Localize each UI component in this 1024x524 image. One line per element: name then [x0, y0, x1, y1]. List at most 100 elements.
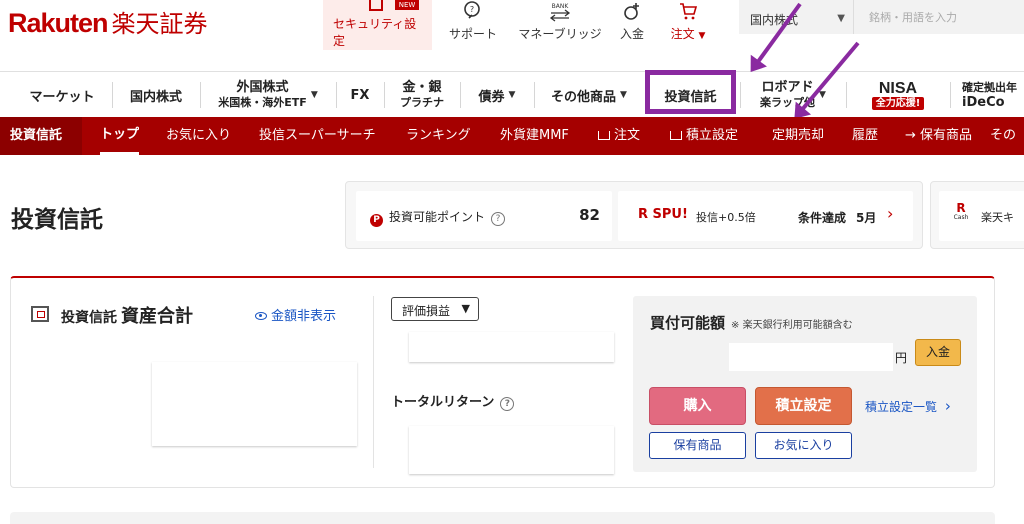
nav-fx-label: FX [350, 87, 370, 103]
eval-select[interactable]: 評価損益 ▼ [391, 297, 479, 321]
favorites-button[interactable]: お気に入り [755, 432, 852, 459]
nav-gold-silver[interactable]: 金・銀 プラチナ [384, 72, 460, 118]
security-label: セキュリティ設定 [333, 17, 417, 48]
hide-amount-label: 金額非表示 [271, 309, 337, 324]
chevron-down-icon: ▼ [698, 31, 706, 41]
subnav-top[interactable]: トップ [100, 117, 140, 155]
spu-month: 5月 [856, 211, 877, 225]
nav-other-label: その他商品 [551, 89, 617, 105]
security-settings-button[interactable]: NEW セキュリティ設定 [323, 0, 432, 50]
chevron-down-icon: ▼ [620, 90, 627, 100]
nav-bonds[interactable]: 債券 ▼ [460, 72, 534, 118]
buy-panel: 買付可能額 ※ 楽天銀行利用可能額含む 円 入金 購入 積立設定 積立設定一覧 ›… [633, 296, 977, 472]
spu-card[interactable]: R SPU! 投信+0.5倍 条件達成 5月 › [618, 191, 913, 241]
subnav-history[interactable]: 履歴 [852, 117, 878, 155]
nav-foreign-sub: 米国株・海外ETF [218, 96, 307, 109]
nav-other-products[interactable]: その他商品 ▼ [534, 72, 644, 118]
nav-ideco-sub: iDeCo [962, 95, 1005, 110]
support-button[interactable]: ? サポート [443, 0, 503, 50]
total-return-label: トータルリターン? [391, 391, 515, 411]
subnav-super-search[interactable]: 投信スーパーサーチ [259, 117, 376, 155]
hide-amount-link[interactable]: 金額非表示 [255, 305, 336, 324]
nav-ideco-label: 確定拠出年 [962, 81, 1017, 94]
nav-fx[interactable]: FX [336, 72, 384, 118]
nav-domestic-stocks[interactable]: 国内株式 [112, 72, 200, 118]
subnav-more[interactable]: その [990, 117, 1016, 155]
sub-nav: 投資信託 トップ お気に入り 投信スーパーサーチ ランキング 外貨建MMF 注文… [0, 117, 1024, 155]
nav-bonds-label: 債券 [478, 89, 505, 105]
sub-nav-section[interactable]: 投資信託 [0, 117, 82, 155]
next-section [10, 512, 995, 524]
nav-gold-sub: プラチナ [400, 96, 444, 109]
order-label: 注文 [670, 27, 695, 41]
asset-title: 投資信託 資産合計 [61, 302, 193, 328]
chevron-down-icon: ▼ [461, 302, 470, 315]
nav-ideco[interactable]: 確定拠出年 iDeCo [950, 72, 1024, 118]
cart-icon [598, 131, 610, 140]
page-title: 投資信託 [11, 207, 103, 233]
spu-desc: 投信+0.5倍 [696, 211, 756, 224]
help-icon[interactable]: ? [491, 212, 506, 226]
subnav-periodic-sale[interactable]: 定期売却 [772, 117, 824, 155]
rakuten-logo[interactable]: Rakuten 楽天証券 [8, 4, 208, 39]
deposit-label: 入金 [619, 27, 644, 41]
nav-nisa[interactable]: NISA 全力応援! [846, 72, 950, 118]
support-label: サポート [448, 27, 497, 41]
chevron-down-icon: ▼ [310, 90, 318, 100]
nav-nisa-label: NISA [878, 80, 918, 97]
subnav-tsumitate[interactable]: 積立設定 [670, 117, 738, 155]
points-card: P 投資可能ポイント? 82 [356, 191, 612, 241]
eval-value [409, 332, 614, 362]
deposit-icon [624, 3, 639, 20]
tsumitate-list-link[interactable]: 積立設定一覧 › [865, 397, 951, 415]
chevron-down-icon: ▼ [819, 90, 826, 100]
eye-icon [255, 312, 267, 320]
lock-icon [369, 0, 383, 11]
order-menu-button[interactable]: 注文 ▼ [664, 0, 712, 50]
subnav-favorites[interactable]: お気に入り [166, 117, 231, 155]
nav-foreign-stocks[interactable]: 外国株式 米国株・海外ETF ▼ [200, 72, 336, 118]
subnav-order[interactable]: 注文 [598, 117, 640, 155]
cash-card-inner[interactable]: R Cash 楽天キ [939, 191, 1024, 241]
subnav-foreign-mmf[interactable]: 外貨建MMF [500, 117, 569, 155]
buy-available-note: ※ 楽天銀行利用可能額含む [731, 320, 853, 331]
nav-gold-label: 金・銀 [402, 80, 442, 95]
nav-market[interactable]: マーケット [12, 72, 112, 118]
svg-text:BANK: BANK [552, 3, 570, 10]
points-label: 投資可能ポイント [389, 210, 486, 224]
tsumitate-button[interactable]: 積立設定 [755, 387, 852, 425]
cash-card: R Cash 楽天キ [930, 181, 1024, 249]
fund-icon [31, 306, 49, 322]
chevron-down-icon: ▼ [508, 90, 516, 100]
search-input[interactable] [855, 0, 1024, 34]
spu-logo: R SPU! [638, 207, 688, 222]
svg-text:?: ? [470, 5, 474, 14]
money-bridge-button[interactable]: BANK マネーブリッジ [512, 0, 608, 50]
buy-available-title: 買付可能額 [650, 314, 726, 332]
cart-icon [670, 131, 682, 140]
deposit-small-button[interactable]: 入金 [915, 339, 961, 366]
buy-button[interactable]: 購入 [649, 387, 746, 425]
yen-unit: 円 [895, 351, 908, 365]
chevron-down-icon: ▼ [837, 13, 845, 24]
logo-en: Rakuten [8, 8, 109, 38]
cart-icon [680, 3, 698, 20]
nav-domestic-label: 国内株式 [129, 89, 182, 105]
point-icon: P [370, 214, 383, 227]
asset-total-value [152, 362, 357, 446]
new-badge: NEW [395, 0, 419, 10]
divider [373, 296, 374, 468]
subnav-holdings[interactable]: → 保有商品 [905, 117, 972, 155]
bank-icon: BANK [549, 3, 571, 22]
rakuten-cash-icon: R Cash [953, 201, 969, 221]
info-card: P 投資可能ポイント? 82 R SPU! 投信+0.5倍 条件達成 5月 › [345, 181, 923, 249]
subnav-tsumitate-label: 積立設定 [686, 128, 739, 143]
eval-select-value: 評価損益 [402, 304, 451, 318]
asset-title-big: 資産合計 [121, 306, 193, 327]
holdings-button[interactable]: 保有商品 [649, 432, 746, 459]
subnav-ranking[interactable]: ランキング [406, 117, 471, 155]
asset-title-small: 投資信託 [61, 310, 117, 326]
help-icon[interactable]: ? [500, 397, 515, 411]
deposit-button[interactable]: 入金 [612, 0, 652, 50]
asset-panel: 投資信託 資産合計 金額非表示 評価損益 ▼ トータルリターン? 買付可能額 ※ 楽… [10, 276, 995, 488]
